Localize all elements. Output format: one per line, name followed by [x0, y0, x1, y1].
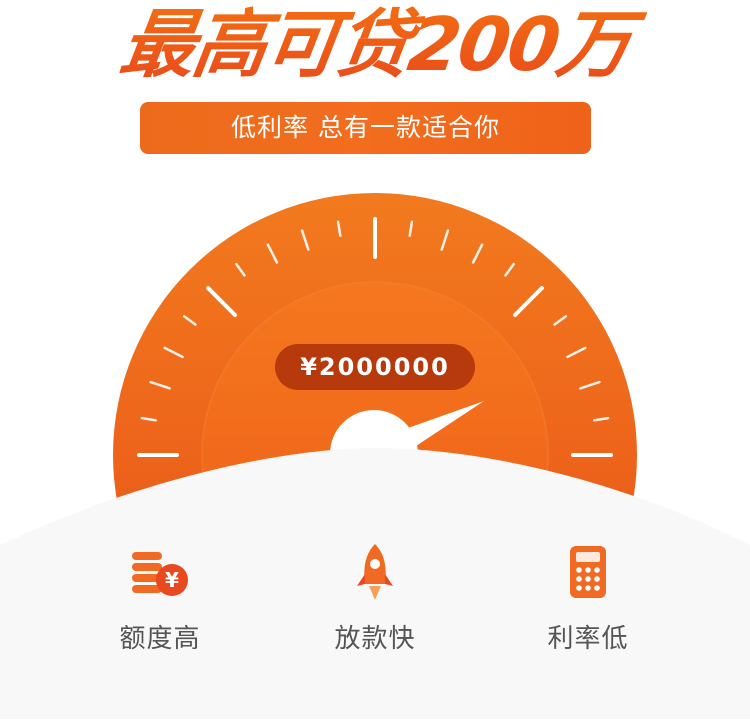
loan-amount-badge: ¥2000000: [275, 344, 475, 390]
feature-list: ¥ 额度高 放款快 利率低: [0, 540, 750, 660]
feature-low-rate: 利率低: [508, 540, 668, 655]
calculator-icon: [570, 546, 606, 598]
loan-amount-text: ¥2000000: [300, 353, 450, 381]
feature-label-fast-loan: 放款快: [334, 624, 416, 654]
feature-fast-loan: 放款快: [295, 540, 455, 655]
feature-label-low-rate: 利率低: [547, 624, 629, 654]
feature-label-high-limit: 额度高: [119, 624, 201, 654]
feature-high-limit: ¥ 额度高: [80, 540, 240, 655]
rocket-icon: [357, 544, 393, 600]
coins-yen-icon: ¥: [132, 552, 188, 596]
svg-text:¥: ¥: [165, 568, 179, 592]
